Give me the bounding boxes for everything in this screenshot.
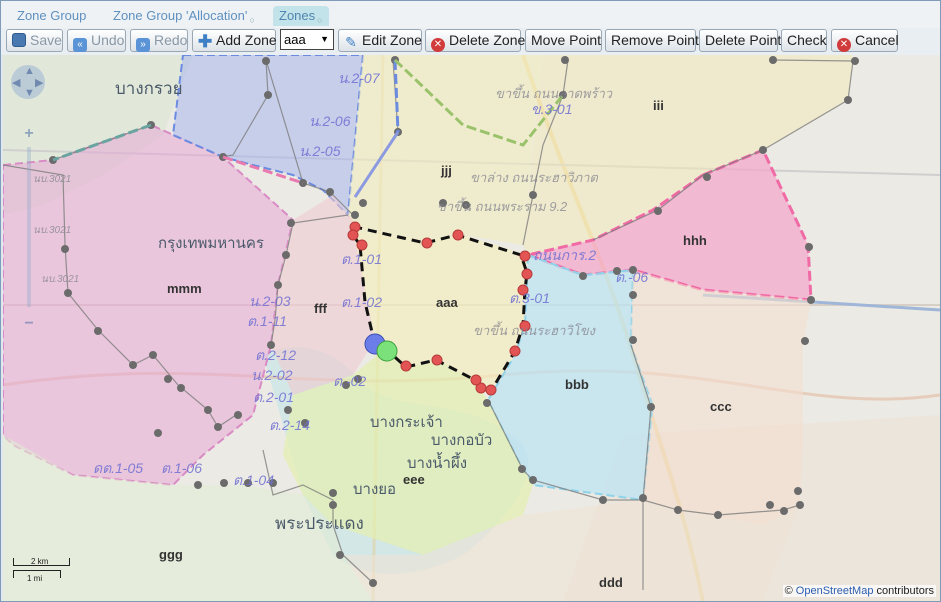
road-label: ต.2-14 (269, 417, 311, 433)
zone-label-jjj: jjj (441, 163, 452, 178)
chevron-down-icon: ▼ (320, 34, 329, 44)
road-label: ดต.1-05 (93, 460, 144, 476)
zoom-slider[interactable] (27, 147, 31, 307)
road-label: น.2-02 (251, 367, 293, 383)
zone-label-mmm: mmm (167, 281, 202, 296)
road-label: ต.-06 (615, 269, 649, 285)
road-label: น.2-03 (249, 293, 291, 309)
zone-label-iii: iii (653, 98, 664, 113)
zoom-in-icon[interactable]: + (21, 125, 37, 143)
zone-label-hhh: hhh (683, 233, 707, 248)
road-label: ต.1-02 (341, 294, 383, 310)
zoom-control: + − (21, 125, 37, 335)
openstreetmap-link[interactable]: OpenStreetMap (796, 585, 874, 597)
tab-bar: Zone Group Zone Group 'Allocation' ○ Zone… (1, 1, 940, 28)
cancel-button[interactable]: ✕ Cancel (831, 29, 899, 52)
road-label: ขาขึ้น ถนนลาดพร้าว (495, 86, 613, 101)
pan-right-icon[interactable]: ▶ (35, 76, 43, 89)
remove-point-button[interactable]: Remove Point (605, 29, 699, 52)
undo-button[interactable]: «Undo (67, 29, 126, 52)
road-label: ต.2-12 (255, 347, 297, 363)
place-label: บางกอบัว (431, 432, 493, 449)
road-label: ขาขึ้น ถนนพระราม 9.2 (437, 199, 568, 214)
pan-control[interactable]: ▲ ▼ ◀ ▶ (11, 65, 45, 99)
map-canvas[interactable]: jjj hhh iii mmm fff aaa bbb ccc eee ggg … (3, 55, 940, 601)
map-attribution: © OpenStreetMap contributors (782, 585, 936, 597)
road-label: ถนนการ.2 (533, 247, 597, 263)
road-label: ขาขึ้น ถนนระฮาวิโขง (473, 323, 595, 338)
road-label: ต.1-11 (247, 313, 287, 329)
road-label: น.2-06 (309, 113, 351, 129)
move-point-button[interactable]: Move Point (525, 29, 602, 52)
edit-zone-button[interactable]: ✎ Edit Zone (338, 29, 422, 52)
tab-close-icon[interactable]: ○ (317, 15, 322, 25)
road-label: ต.2-01 (253, 389, 295, 405)
road-label: ต.-02 (333, 373, 367, 389)
place-label: บางน้ำผึ้ง (407, 455, 468, 472)
zone-label-ddd: ddd (599, 575, 623, 590)
zone-label-ccc: ccc (710, 399, 732, 414)
redo-button[interactable]: » Redo (130, 29, 188, 52)
zone-label-aaa: aaa (436, 295, 458, 310)
road-label: ขาล่าง ถนนระฮาวิภาต (470, 170, 598, 185)
road-label: ต.1-01 (341, 251, 383, 267)
zone-editor-window: Zone Group Zone Group 'Allocation' ○ Zone… (0, 0, 941, 602)
road-label: น.2-07 (338, 70, 380, 86)
check-button[interactable]: Check (781, 29, 827, 52)
save-icon (12, 33, 26, 47)
road-label: น.2-05 (299, 143, 341, 159)
delete-icon: ✕ (431, 38, 445, 52)
road-label: นบ.3021 (33, 174, 72, 185)
add-zone-button[interactable]: ✚ Add Zone (192, 29, 277, 52)
delete-zone-button[interactable]: ✕ Delete Zone (425, 29, 525, 52)
pan-down-icon[interactable]: ▼ (24, 87, 35, 99)
zoom-out-icon[interactable]: − (21, 315, 37, 333)
undo-icon: « (73, 38, 87, 52)
redo-icon: » (136, 38, 150, 52)
pan-up-icon[interactable]: ▲ (24, 65, 35, 77)
road-label: ต.1-06 (161, 460, 203, 476)
place-label: กรุงเทพมหานคร (158, 235, 264, 252)
cancel-icon: ✕ (837, 38, 851, 52)
zone-select[interactable]: aaa ▼ (280, 29, 334, 50)
place-label: บางยอ (353, 481, 397, 498)
tab-close-icon[interactable]: ○ (249, 15, 254, 25)
pencil-icon: ✎ (345, 34, 357, 50)
zone-label-bbb: bbb (565, 377, 589, 392)
delete-point-button[interactable]: Delete Point (699, 29, 781, 52)
tab-zone-group[interactable]: Zone Group (11, 6, 92, 26)
tab-zone-group-allocation[interactable]: Zone Group 'Allocation' ○ (107, 6, 261, 26)
zone-label-fff: fff (314, 301, 327, 316)
pan-left-icon[interactable]: ◀ (12, 76, 20, 89)
zone-label-ggg: ggg (159, 547, 183, 562)
road-label: นบ.3021 (33, 225, 72, 236)
place-label: พระประแดง (275, 514, 364, 533)
road-label: นบ.3021 (41, 274, 80, 285)
tab-zones[interactable]: Zones ○ (273, 6, 329, 26)
end-point (376, 340, 398, 362)
zone-ccc (631, 270, 811, 525)
toolbar: Save «Undo » Redo ✚ Add Zone aaa ▼ ✎ Edit Zo… (1, 28, 940, 55)
place-label: บางกรวย (115, 79, 183, 98)
road-label: ต.1-04 (233, 472, 275, 488)
road-label: ต.3-01 (509, 290, 551, 306)
plus-icon: ✚ (198, 32, 213, 51)
map-layer (3, 55, 940, 601)
scale-bar: 2 km 1 mi (13, 557, 71, 584)
save-button[interactable]: Save (6, 29, 63, 52)
